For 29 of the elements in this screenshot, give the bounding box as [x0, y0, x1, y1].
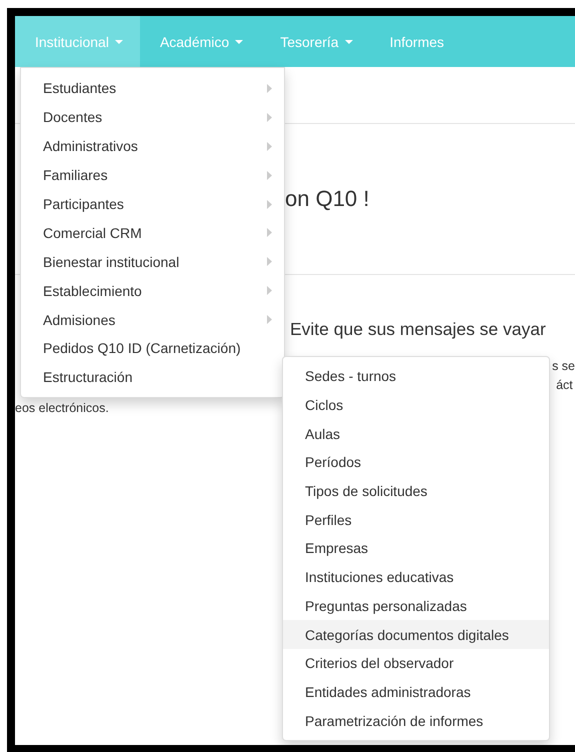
page-heading: on Q10 ! — [285, 186, 370, 212]
section-heading: Evite que sus mensajes se vayar — [290, 319, 546, 341]
submenu-item[interactable]: Entidades administradoras — [283, 678, 549, 706]
menu-item[interactable]: Participantes — [21, 190, 284, 218]
submenu-item[interactable]: Aulas — [283, 419, 549, 448]
submenu-item[interactable]: Períodos — [283, 448, 549, 477]
menu-item[interactable]: Docentes — [21, 102, 284, 132]
body-text: eos electrónicos. — [15, 400, 109, 414]
menu-item[interactable]: Bienestar institucional — [21, 247, 284, 276]
submenu-item[interactable]: Sedes - turnos — [283, 362, 549, 391]
submenu-item[interactable]: Empresas — [283, 534, 549, 563]
submenu-item[interactable]: Parametrización de informes — [283, 706, 549, 735]
submenu-item[interactable]: Preguntas personalizadas — [283, 592, 549, 620]
menu-item[interactable]: Familiares — [21, 160, 284, 190]
submenu-item[interactable]: Categorías documentos digitales — [283, 620, 549, 649]
body-text: áct — [555, 377, 573, 394]
submenu-item[interactable]: Ciclos — [283, 390, 549, 420]
submenu-item[interactable]: Criterios del observador — [283, 648, 549, 678]
submenu-item[interactable]: Tipos de solicitudes — [283, 476, 549, 506]
submenu-item[interactable]: Perfiles — [283, 505, 549, 534]
menu-item[interactable]: Estudiantes — [21, 74, 284, 103]
menu-item[interactable]: Estructuración — [21, 362, 284, 392]
submenu-item[interactable]: Instituciones educativas — [283, 562, 549, 592]
menu-item[interactable]: Admisiones — [21, 305, 284, 334]
menu-item[interactable]: Pedidos Q10 ID (Carnetización) — [21, 334, 284, 363]
body-text: s se — [552, 358, 575, 375]
menu-item[interactable]: Comercial CRM — [21, 218, 284, 248]
menu-item[interactable]: Administrativos — [21, 132, 284, 161]
menu-item[interactable]: Establecimiento — [21, 276, 284, 306]
